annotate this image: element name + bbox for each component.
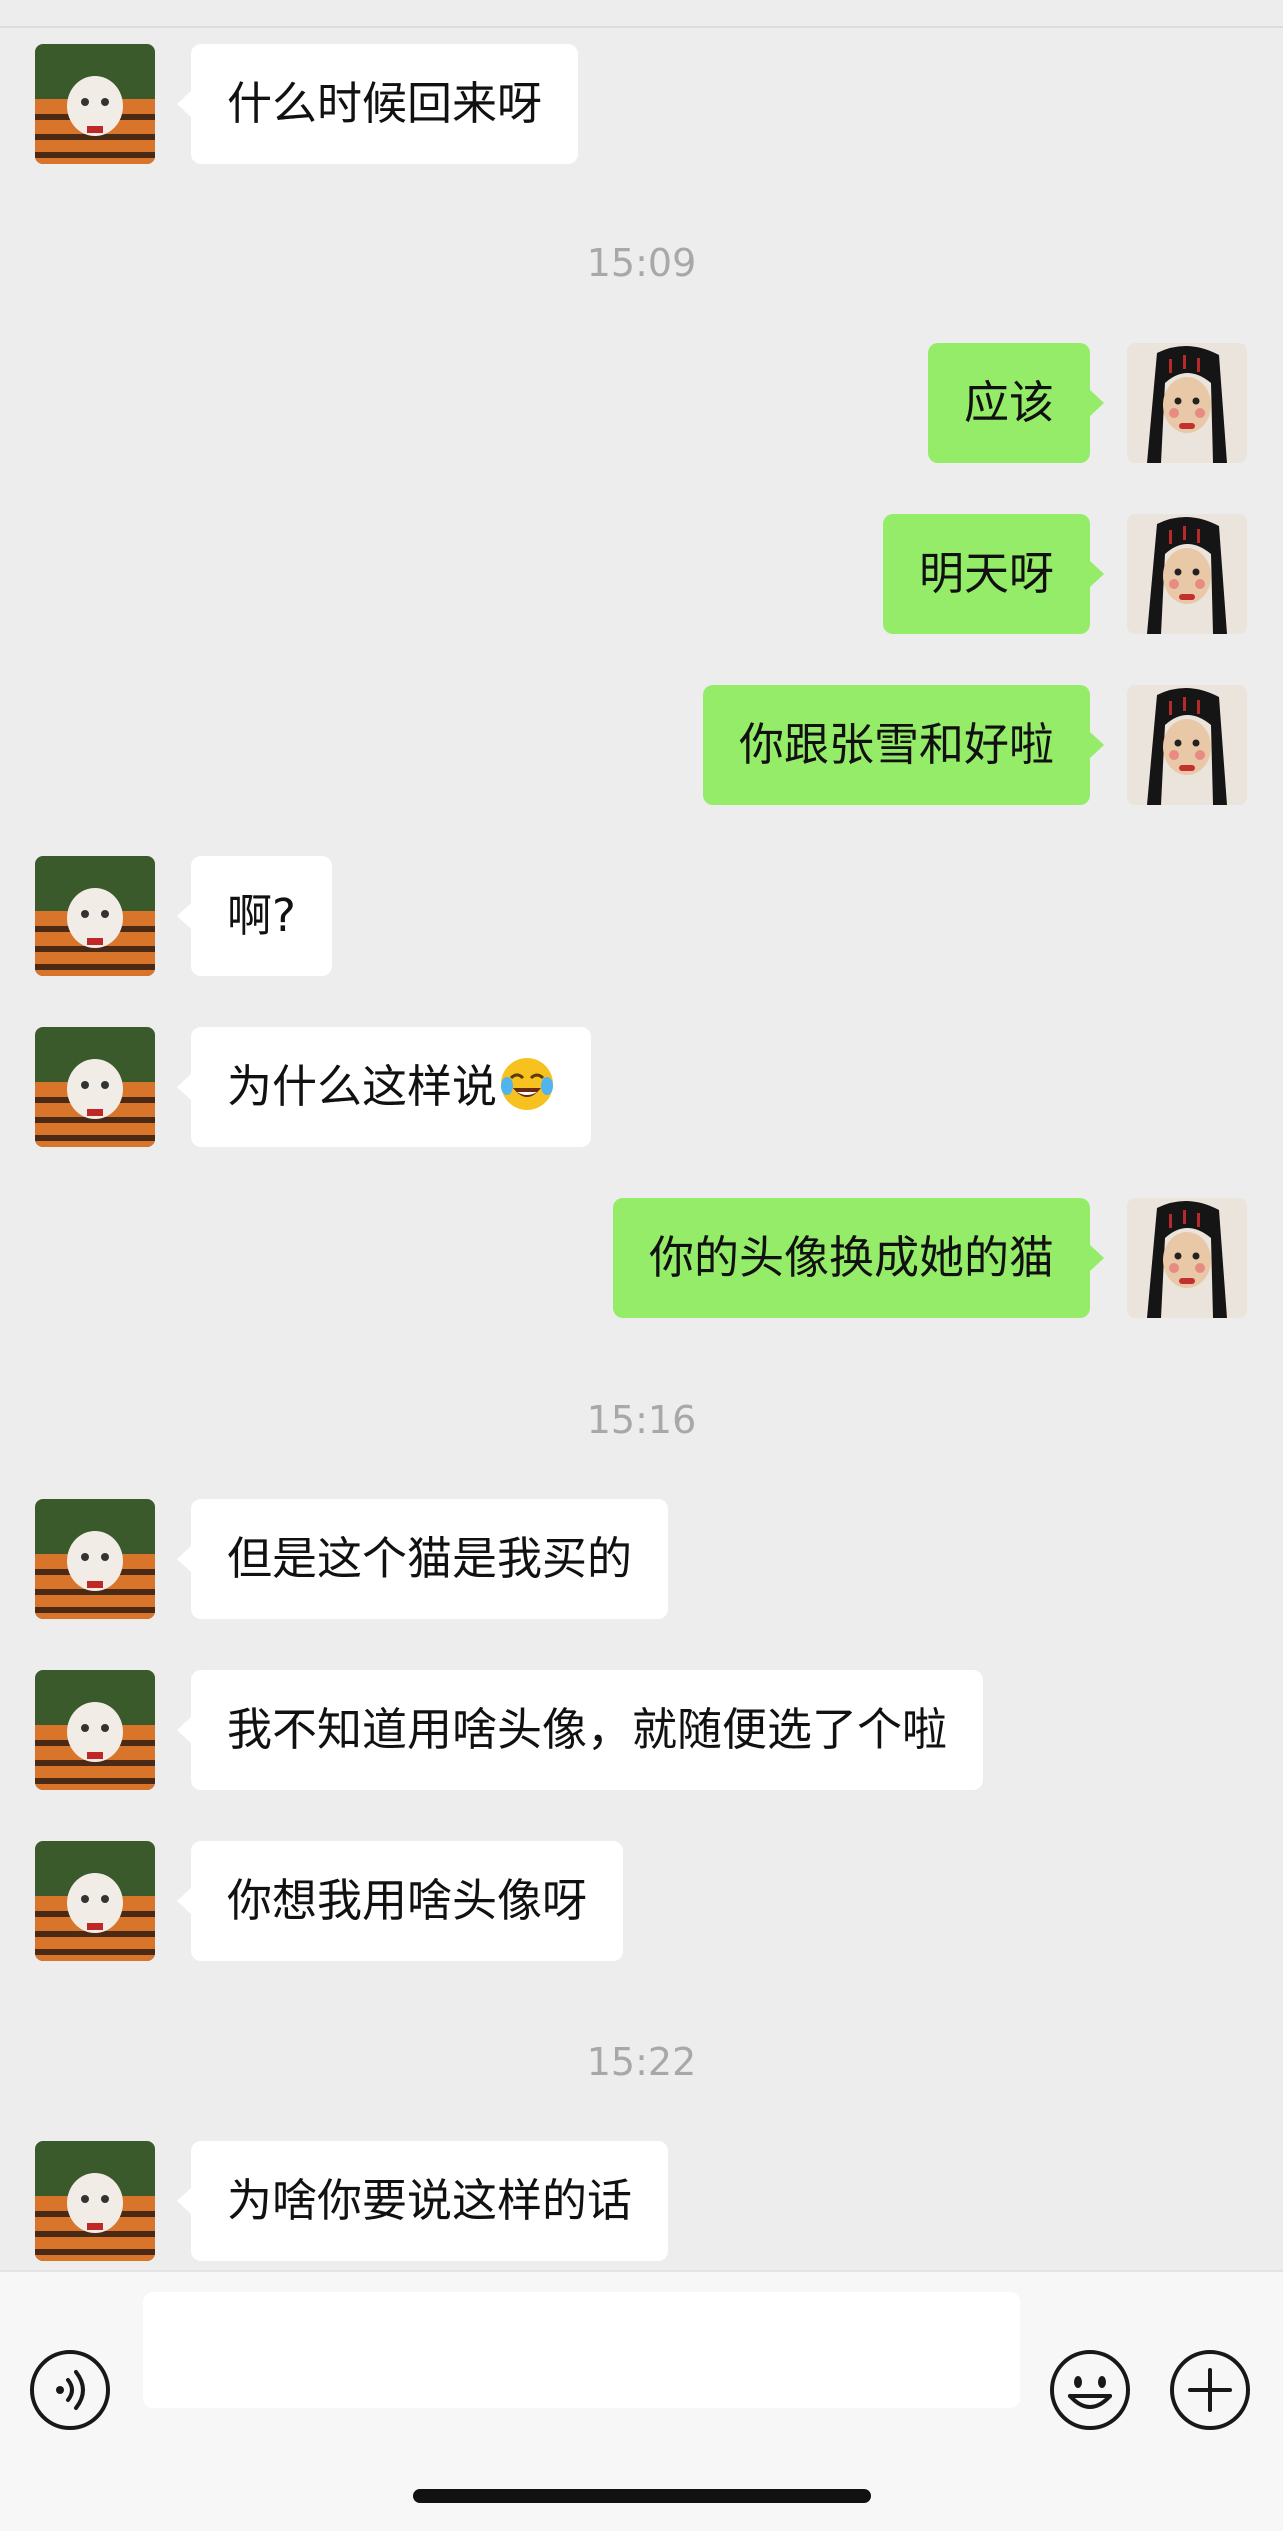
message-text: 为什么这样说 [227, 1060, 498, 1113]
home-indicator[interactable] [413, 2489, 871, 2503]
girl-avatar[interactable] [1127, 685, 1247, 805]
timestamp: 15:22 [586, 2040, 697, 2084]
cat-avatar[interactable] [35, 1670, 155, 1790]
message-row-received: 我不知道用啥头像，就随便选了个啦 [0, 1670, 1283, 1790]
cat-avatar[interactable] [35, 44, 155, 164]
message-row-received: 但是这个猫是我买的 [0, 1499, 1283, 1619]
message-input[interactable] [143, 2292, 1020, 2408]
plus-icon[interactable] [1168, 2348, 1252, 2432]
timestamp: 15:09 [586, 241, 697, 285]
message-row-sent: 你跟张雪和好啦 [0, 685, 1283, 805]
message-bubble-received[interactable]: 你想我用啥头像呀 [176, 1841, 624, 1961]
message-row-received: 你想我用啥头像呀 [0, 1841, 1283, 1961]
message-bubble-received[interactable]: 为啥你要说这样的话 [176, 2141, 669, 2261]
message-bubble-sent[interactable]: 应该 [927, 343, 1105, 463]
cat-avatar[interactable] [35, 1499, 155, 1619]
message-row-received: 啊? [0, 856, 1283, 976]
cat-avatar[interactable] [35, 1027, 155, 1147]
message-row-sent: 应该 [0, 343, 1283, 463]
message-bubble-sent[interactable]: 明天呀 [882, 514, 1105, 634]
cat-avatar[interactable] [35, 856, 155, 976]
cat-avatar[interactable] [35, 1841, 155, 1961]
message-bubble-received[interactable]: 为什么这样说 [176, 1027, 592, 1147]
timestamp: 15:16 [586, 1398, 697, 1442]
voice-input-icon[interactable] [28, 2348, 112, 2432]
girl-avatar[interactable] [1127, 514, 1247, 634]
tears-of-joy-emoji [499, 1037, 555, 1110]
emoji-icon[interactable] [1048, 2348, 1132, 2432]
message-bubble-received[interactable]: 我不知道用啥头像，就随便选了个啦 [176, 1670, 984, 1790]
message-row-received: 什么时候回来呀 [0, 44, 1283, 164]
message-bubble-sent[interactable]: 你跟张雪和好啦 [702, 685, 1105, 805]
message-row-sent: 你的头像换成她的猫 [0, 1198, 1283, 1318]
chat-message-list[interactable]: 什么时候回来呀 15:09 应该 明天呀 你跟张雪和好啦 啊? 为什么这样说 你… [0, 0, 1283, 2270]
message-row-received: 为啥你要说这样的话 [0, 2141, 1283, 2261]
girl-avatar[interactable] [1127, 1198, 1247, 1318]
message-bubble-received[interactable]: 什么时候回来呀 [176, 44, 579, 164]
message-bubble-received[interactable]: 但是这个猫是我买的 [176, 1499, 669, 1619]
message-bubble-sent[interactable]: 你的头像换成她的猫 [612, 1198, 1105, 1318]
message-row-received: 为什么这样说 [0, 1027, 1283, 1147]
message-row-sent: 明天呀 [0, 514, 1283, 634]
cat-avatar[interactable] [35, 2141, 155, 2261]
message-bubble-received[interactable]: 啊? [177, 856, 332, 976]
girl-avatar[interactable] [1127, 343, 1247, 463]
